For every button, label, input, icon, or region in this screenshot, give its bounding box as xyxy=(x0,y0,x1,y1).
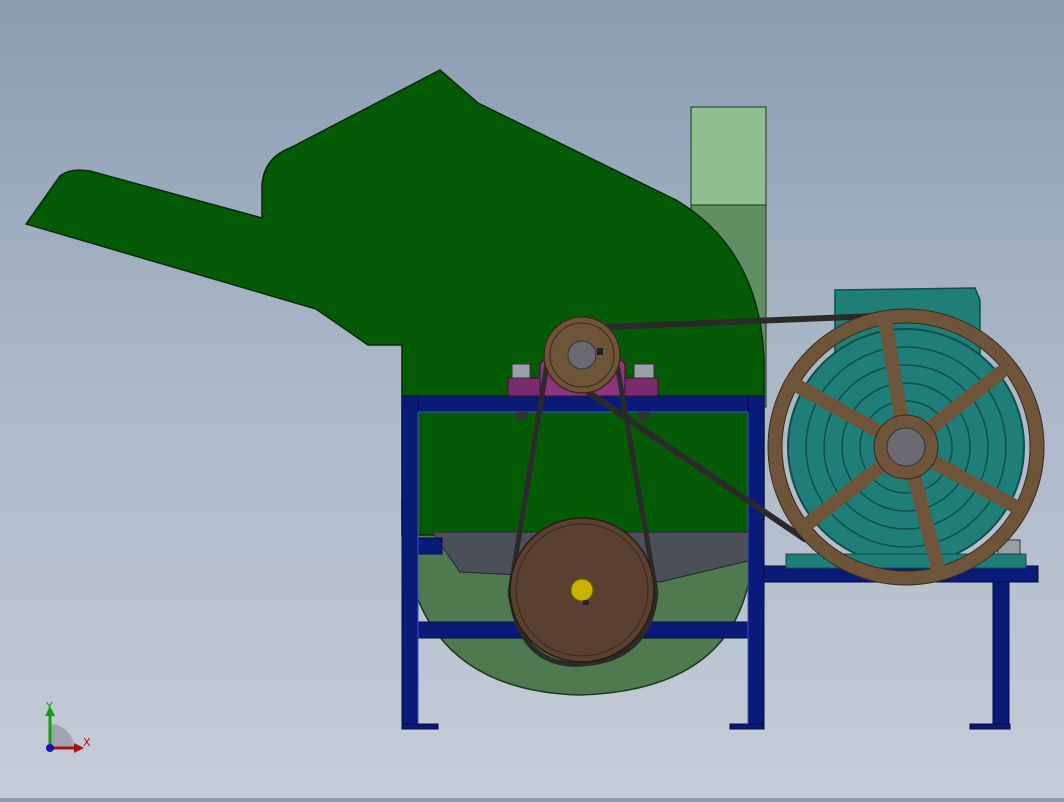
lower-shaft xyxy=(570,578,594,602)
machine-drawing: Y X xyxy=(24,69,1045,753)
rotor-pulley xyxy=(543,316,621,394)
motor-base-foot xyxy=(969,723,1011,730)
x-axis-label: X xyxy=(83,736,91,749)
discharge-chute-top xyxy=(690,106,767,206)
bolt-icon xyxy=(516,412,528,420)
frame-top-beam xyxy=(401,395,765,413)
y-axis-label: Y xyxy=(45,700,53,713)
frame-right-foot xyxy=(729,723,765,730)
frame-left-leg xyxy=(401,395,419,729)
bolt-icon xyxy=(638,412,650,420)
cad-viewport[interactable]: Y X xyxy=(0,0,1064,798)
feed-hopper xyxy=(24,69,765,536)
z-axis-dot xyxy=(46,744,54,752)
frame-mid-beam xyxy=(417,537,443,555)
triad-arc xyxy=(50,724,74,748)
motor-base-leg xyxy=(992,581,1010,729)
frame-right-leg xyxy=(747,395,765,729)
coordinate-triad: Y X xyxy=(45,700,91,753)
frame-left-foot xyxy=(401,723,439,730)
bolt-icon xyxy=(633,363,655,379)
bolt-icon xyxy=(511,363,531,379)
lower-pulley xyxy=(509,517,655,663)
motor-shaft xyxy=(886,427,926,467)
